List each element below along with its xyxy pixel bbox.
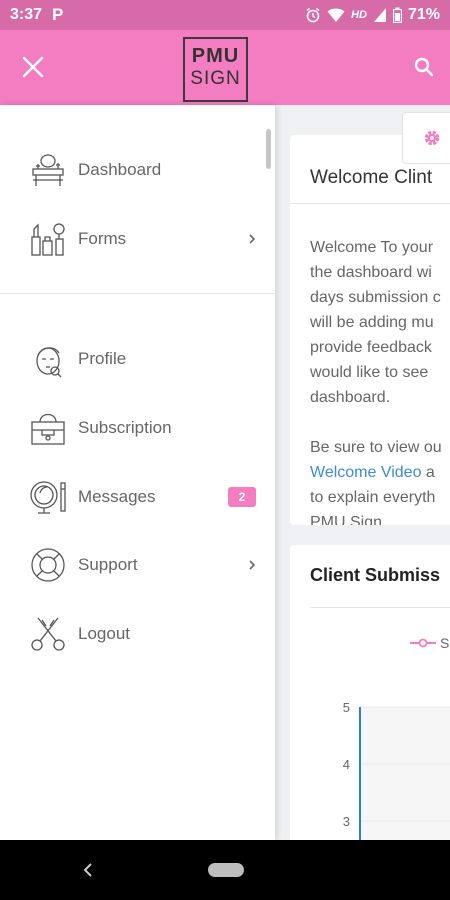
cosmetics-icon bbox=[31, 223, 65, 256]
welcome-line: would like to see bbox=[310, 364, 429, 381]
scissors-icon bbox=[31, 617, 65, 651]
nav-item-label: Messages bbox=[78, 487, 156, 506]
y-tick-label: 4 bbox=[343, 757, 350, 772]
logo-line1: PMU bbox=[191, 45, 240, 67]
plot-area bbox=[361, 707, 450, 840]
search-icon[interactable] bbox=[412, 55, 436, 79]
nav-item-messages[interactable]: Messages 2 bbox=[0, 467, 275, 527]
close-icon[interactable] bbox=[18, 52, 48, 82]
legend-label: S bbox=[440, 635, 450, 651]
y-tick-label: 5 bbox=[343, 700, 350, 715]
chevron-right-icon bbox=[249, 560, 256, 570]
welcome-line: to explain everyth bbox=[310, 489, 436, 506]
submissions-chart: 5 4 3 bbox=[343, 700, 450, 840]
chevron-right-icon bbox=[249, 234, 256, 244]
settings-tab[interactable] bbox=[402, 112, 450, 164]
nav-item-logout[interactable]: Logout bbox=[0, 604, 275, 664]
wifi-icon bbox=[327, 7, 345, 23]
nav-item-label: Dashboard bbox=[78, 160, 162, 179]
chart-legend[interactable]: S bbox=[410, 635, 449, 651]
welcome-title: Welcome Clint bbox=[310, 167, 433, 188]
welcome-line: provide feedback bbox=[310, 339, 432, 356]
welcome-video-link[interactable]: Welcome Video bbox=[310, 464, 421, 481]
nav-item-label: Forms bbox=[78, 229, 127, 248]
system-navigation-bar bbox=[0, 840, 450, 900]
app-header: PMU SIGN bbox=[0, 30, 450, 105]
network-type: HD bbox=[351, 9, 367, 21]
nav-item-label: Subscription bbox=[78, 418, 172, 437]
welcome-line: PMU Sign. bbox=[310, 514, 387, 525]
welcome-line: will be adding mu bbox=[310, 314, 434, 331]
welcome-line: the dashboard wi bbox=[310, 264, 432, 281]
battery-percent: 71% bbox=[407, 6, 440, 23]
welcome-card: Welcome Clint Welcome To your the dashbo… bbox=[290, 135, 450, 525]
drawer-divider bbox=[0, 293, 275, 294]
nav-item-label: Logout bbox=[78, 624, 130, 643]
client-card-title: Client Submiss bbox=[310, 565, 441, 585]
mirror-icon bbox=[30, 481, 66, 514]
handbag-icon bbox=[31, 413, 65, 445]
pmu-sign-logo[interactable]: PMU SIGN bbox=[183, 37, 248, 102]
back-icon[interactable] bbox=[78, 860, 98, 880]
lifebuoy-icon bbox=[31, 548, 65, 582]
app-notification-icon: P bbox=[52, 5, 64, 24]
alarm-icon bbox=[305, 7, 321, 23]
gear-icon bbox=[424, 130, 440, 146]
messages-count-badge: 2 bbox=[228, 487, 256, 507]
status-time: 3:37 bbox=[10, 6, 43, 23]
signal-icon bbox=[373, 7, 387, 23]
welcome-line: dashboard. bbox=[310, 389, 391, 406]
logo-line2: SIGN bbox=[190, 68, 241, 89]
navigation-drawer: Dashboard Forms Profile Subscription Mes… bbox=[0, 105, 275, 900]
y-tick-label: 3 bbox=[343, 814, 350, 829]
legend-marker-icon bbox=[410, 638, 436, 648]
nav-item-subscription[interactable]: Subscription bbox=[0, 398, 275, 458]
welcome-line: days submission c bbox=[310, 289, 441, 306]
nav-item-dashboard[interactable]: Dashboard bbox=[0, 140, 275, 200]
divider bbox=[310, 607, 450, 608]
battery-icon bbox=[392, 7, 402, 23]
status-bar: 3:37 P HD 71% bbox=[0, 0, 450, 30]
welcome-line: a bbox=[421, 464, 435, 481]
welcome-line: Be sure to view ou bbox=[310, 439, 442, 456]
nav-item-label: Profile bbox=[78, 349, 127, 368]
client-submissions-card: Client Submiss S 5 4 3 bbox=[290, 545, 450, 840]
home-pill[interactable] bbox=[208, 863, 244, 877]
nav-item-forms[interactable]: Forms bbox=[0, 209, 275, 269]
nav-item-profile[interactable]: Profile bbox=[0, 329, 275, 389]
welcome-line: Welcome To your bbox=[310, 239, 434, 256]
nav-item-label: Support bbox=[78, 555, 138, 574]
nav-item-support[interactable]: Support bbox=[0, 535, 275, 595]
face-icon bbox=[36, 347, 62, 378]
vanity-icon bbox=[32, 154, 64, 186]
welcome-text: Welcome To your the dashboard wi days su… bbox=[310, 235, 450, 525]
divider bbox=[290, 203, 450, 204]
main-content: Welcome Clint Welcome To your the dashbo… bbox=[275, 105, 450, 840]
